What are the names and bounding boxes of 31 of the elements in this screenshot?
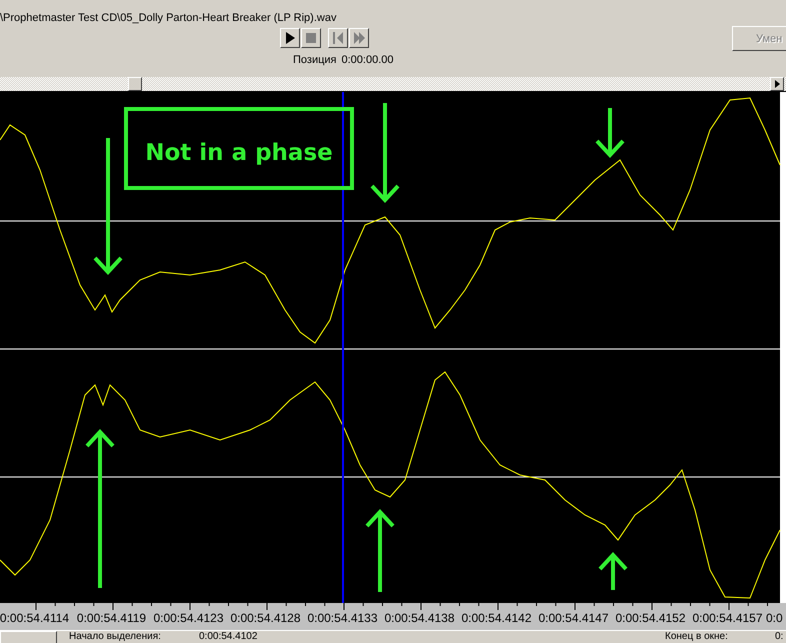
fast-forward-icon <box>353 32 365 44</box>
time-label: 0:00:54.4133 <box>306 611 379 626</box>
rewind-icon <box>332 32 344 44</box>
time-label: 0:00:54.4142 <box>460 611 533 626</box>
selection-start-value: 0:00:54.4102 <box>199 631 258 643</box>
right-arrow-icon <box>774 80 780 88</box>
time-label: 0:00:54.4138 <box>383 611 456 626</box>
time-label: 0:00:54.4157 <box>691 611 764 626</box>
horizontal-scrollbar[interactable] <box>0 77 786 92</box>
scroll-thumb[interactable] <box>128 77 142 91</box>
waveform-view[interactable]: Not in a phase <box>0 92 786 603</box>
time-label: 0:00:54.4147 <box>537 611 610 626</box>
position-label: Позиция <box>293 53 336 67</box>
position-value: 0:00:00.00 <box>342 53 394 67</box>
scroll-right-button[interactable] <box>770 77 784 91</box>
down-arrow <box>595 106 625 158</box>
time-label: 0:00:54.4152 <box>614 611 687 626</box>
time-label: 0:00:54.4114 <box>0 611 70 626</box>
time-label: 0:00:54.4123 <box>152 611 225 626</box>
window-end-label: Конец в окне: <box>665 631 729 643</box>
time-label: 0:00:54.4128 <box>229 611 302 626</box>
time-label: 0:0 <box>766 611 783 626</box>
selection-start-label: Начало выделения: <box>69 631 162 643</box>
time-label: 0:00:54.4119 <box>76 611 148 626</box>
file-path: \Prophetmaster Test CD\05_Dolly Parton-Heart Breaker (LP Rip).wav <box>0 11 338 25</box>
window-end-value: 0: <box>775 631 784 643</box>
play-icon <box>284 32 296 44</box>
annotation-label: Not in a phase <box>145 140 333 166</box>
up-arrow <box>598 552 628 592</box>
play-button[interactable] <box>280 28 300 48</box>
stop-icon <box>305 32 317 44</box>
